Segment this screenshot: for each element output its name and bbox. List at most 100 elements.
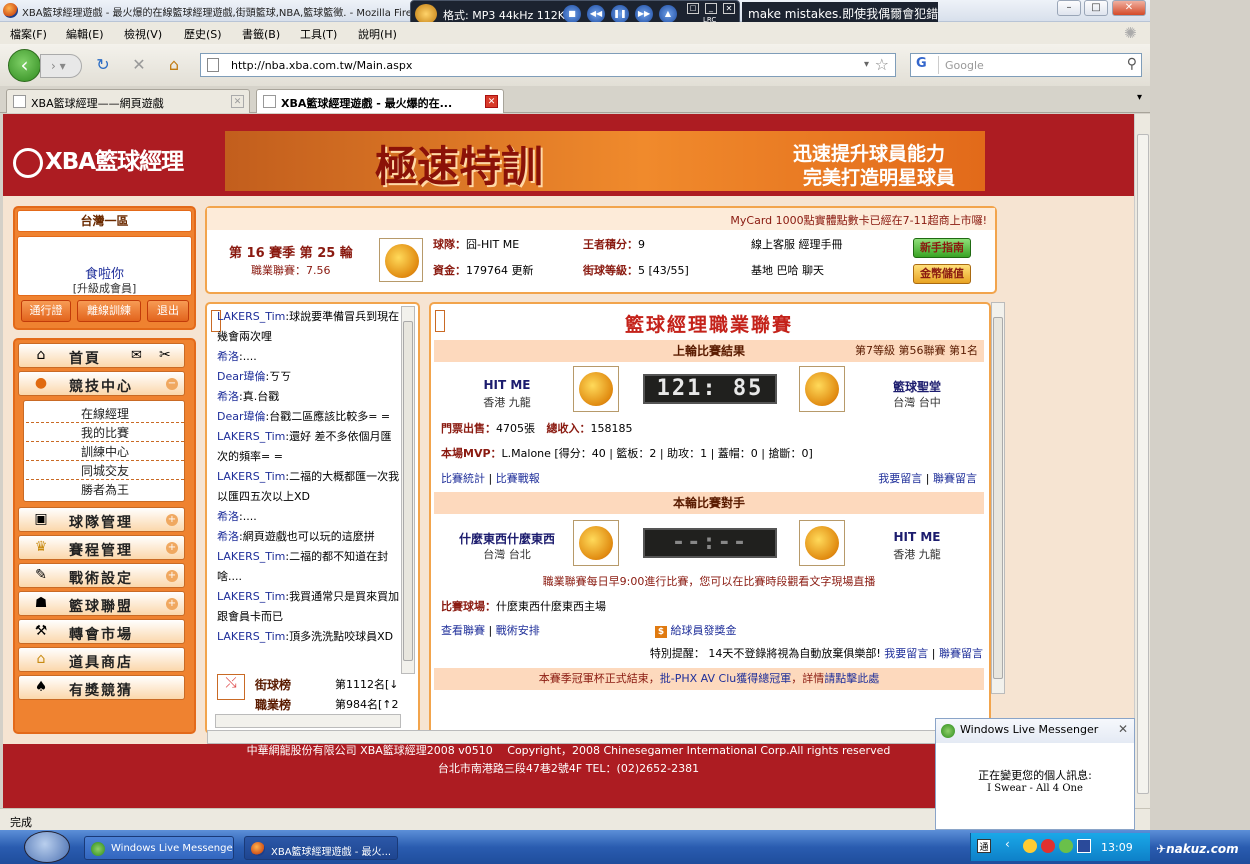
stop-icon[interactable]: ■ [563,5,581,23]
network-icon[interactable] [1077,839,1091,853]
nav-tactics-settings[interactable]: ✎ 戰術設定 + [18,563,185,588]
street-rank-label[interactable]: 街球榜 [255,676,291,693]
browser-scrollbar[interactable] [1134,114,1150,808]
url-text[interactable]: http://nba.xba.com.tw/Main.aspx [231,59,412,72]
reload-icon[interactable]: ↻ [92,54,114,76]
menu-tools[interactable]: 工具(T) [300,26,337,42]
browser-scroll-thumb[interactable] [1137,134,1149,794]
nav-online-managers[interactable]: 在線經理 [26,405,184,423]
menu-edit[interactable]: 編輯(E) [66,26,104,42]
tray-app-icon[interactable] [1023,839,1037,853]
league-message-link[interactable]: 聯賽留言 [933,472,977,485]
nav-item-shop[interactable]: ⌂ 道具商店 [18,647,185,672]
champion-team-link[interactable]: 批-PHX AV Clu獲得總冠軍 [660,672,791,685]
offline-training-button[interactable]: 離線訓練 [77,300,141,322]
nav-winner-king[interactable]: 勝者為王 [26,481,184,498]
chat-hscrollbar[interactable] [215,714,401,728]
logout-button[interactable]: 退出 [147,300,189,322]
mail-icon[interactable]: ✉ [131,348,142,363]
back-button[interactable]: ‹ [8,49,41,82]
nav-team-management[interactable]: ▣ 球隊管理 + [18,507,185,532]
search-icon[interactable]: ⚲ [1127,56,1137,72]
menu-bookmarks[interactable]: 書籤(B) [242,26,280,42]
next-icon[interactable]: ▶▶ [635,5,653,23]
search-engine-icon[interactable]: G [913,56,939,74]
search-box[interactable]: G Google ⚲ [910,53,1142,77]
input-method-icon[interactable]: 通 [977,839,991,853]
refresh-link[interactable]: 更新 [512,264,534,277]
nav-home[interactable]: ⌂ 首頁 ✉ ✂ [18,343,185,368]
tab-xba-main[interactable]: XBA籃球經理遊戲 - 最火爆的在... ✕ [256,89,504,113]
community-links[interactable]: 基地 巴哈 聊天 [751,262,824,278]
passport-button[interactable]: 通行證 [21,300,71,322]
leave-message-link-2[interactable]: 我要留言 [884,647,928,660]
messenger-tray-icon[interactable] [1059,839,1073,853]
bonus-link[interactable]: 給球員發獎金 [671,624,737,637]
menu-view[interactable]: 檢視(V) [124,26,162,42]
next-home-team-name[interactable]: 什麼東西什麼東西 [447,530,567,547]
messenger-notification[interactable]: Windows Live Messenger ✕ 正在變更您的個人訊息: I S… [935,718,1135,830]
player-minimize-icon[interactable]: _ [705,3,717,14]
forward-button[interactable]: › ▾ [40,54,82,78]
collapse-icon[interactable]: − [166,378,178,390]
nav-prize-quiz[interactable]: ♠ 有獎競猜 [18,675,185,700]
pause-icon[interactable]: ❚❚ [611,5,629,23]
bookmark-star-icon[interactable]: ☆ [875,55,889,74]
view-league-link[interactable]: 查看聯賽 [441,624,485,637]
minimize-button[interactable]: – [1057,0,1081,16]
player-mini-icon[interactable]: □ [687,3,699,14]
leave-message-link[interactable]: 我要留言 [878,472,922,485]
taskbar-messenger[interactable]: Windows Live Messenger [84,836,234,860]
close-window-button[interactable]: ✕ [1112,0,1146,16]
maximize-button[interactable]: □ [1084,0,1108,16]
tray-expand-icon[interactable]: ‹ [1005,837,1010,851]
gold-deposit-button[interactable]: 金幣儲值 [913,264,971,284]
mycard-notice[interactable]: MyCard 1000點實體點數卡已經在7-11超商上市囉! [207,208,995,230]
league-scroll-thumb[interactable] [993,317,1003,679]
expand-icon[interactable]: + [166,598,178,610]
nav-training-center[interactable]: 訓練中心 [26,443,184,461]
league-message-link-2[interactable]: 聯賽留言 [939,647,983,660]
url-dropdown-icon[interactable]: ▾ [864,59,869,70]
nav-local-friends[interactable]: 同城交友 [26,462,184,480]
nav-my-games[interactable]: 我的比賽 [26,424,184,442]
home-team-name[interactable]: HIT ME [447,378,567,392]
newbie-guide-button[interactable]: 新手指南 [913,238,971,258]
nav-basketball-league[interactable]: ☗ 籃球聯盟 + [18,591,185,616]
menu-history[interactable]: 歷史(S) [184,26,222,42]
tools-icon[interactable]: ✂ [159,347,171,363]
nav-competition-center[interactable]: ● 競技中心 − [18,371,185,396]
clock[interactable]: 13:09 [1101,841,1133,854]
menu-file[interactable]: 檔案(F) [10,26,47,42]
taskbar-firefox[interactable]: XBA籃球經理遊戲 - 最火... [244,836,398,860]
expand-icon[interactable]: + [166,570,178,582]
tactics-link[interactable]: 戰術安排 [496,624,540,637]
site-logo[interactable]: XBA籃球經理 [13,142,184,178]
start-button[interactable] [24,831,70,863]
chat-scrollbar[interactable] [401,306,415,674]
eject-icon[interactable]: ▲ [659,5,677,23]
close-notification-icon[interactable]: ✕ [1118,722,1128,736]
home-icon[interactable]: ⌂ [163,54,185,76]
search-input[interactable]: Google [945,59,984,72]
details-link[interactable]: 請點擊此處 [824,672,879,685]
expand-icon[interactable]: + [166,542,178,554]
tab-xba-webgame[interactable]: XBA籃球經理——網頁遊戲 ✕ [6,89,250,113]
chat-scroll-thumb[interactable] [403,321,413,661]
match-stats-link[interactable]: 比賽統計 [441,472,485,485]
pro-rank-label[interactable]: 職業榜 [255,696,291,713]
stop-load-icon[interactable]: ✕ [128,54,150,76]
menu-help[interactable]: 說明(H) [358,26,397,42]
address-bar[interactable]: http://nba.xba.com.tw/Main.aspx ☆ ▾ [200,53,896,77]
expand-icon[interactable]: + [166,514,178,526]
security-icon[interactable] [1041,839,1055,853]
close-tab-icon[interactable]: ✕ [485,95,498,108]
away-team-name[interactable]: 籃球聖堂 [857,378,977,395]
match-report-link[interactable]: 比賽戰報 [496,472,540,485]
support-links[interactable]: 線上客服 經理手冊 [751,236,843,252]
close-tab-icon[interactable]: ✕ [231,95,244,108]
nav-schedule-management[interactable]: ♛ 賽程管理 + [18,535,185,560]
nav-transfer-market[interactable]: ⚒ 轉會市場 [18,619,185,644]
next-away-team-name[interactable]: HIT ME [857,530,977,544]
promo-banner[interactable]: 極速特訓 迅速提升球員能力 完美打造明星球員 [225,131,985,191]
